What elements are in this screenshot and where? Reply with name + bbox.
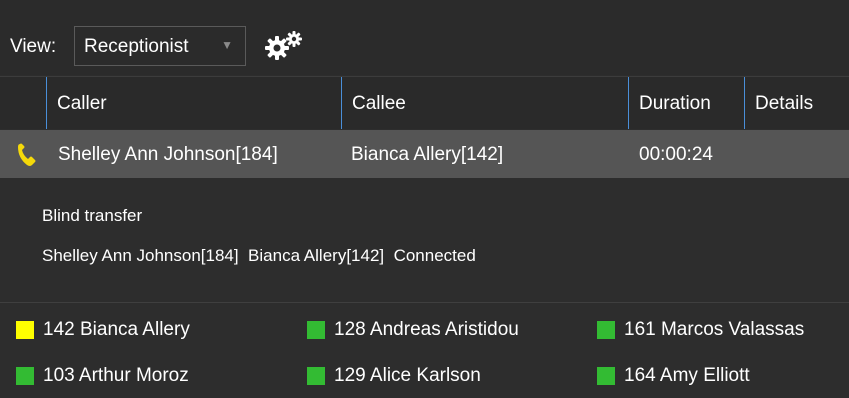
table-row[interactable]: Shelley Ann Johnson[184] Bianca Allery[1… bbox=[0, 130, 849, 178]
status-indicator bbox=[597, 367, 615, 385]
call-callee: Bianca Allery[142] bbox=[351, 144, 504, 165]
call-duration: 00:00:24 bbox=[639, 144, 713, 165]
extension-label: 128 Andreas Aristidou bbox=[334, 319, 519, 340]
calls-table-header: Caller Callee Duration Details bbox=[0, 76, 849, 129]
phone-icon bbox=[18, 143, 36, 166]
extension-label: 142 Bianca Allery bbox=[43, 319, 190, 340]
chevron-down-icon: ▼ bbox=[221, 38, 233, 52]
call-details-panel: Blind transfer Shelley Ann Johnson[184] … bbox=[0, 178, 849, 300]
view-dropdown[interactable]: Receptionist ▼ bbox=[74, 26, 246, 66]
toolbar: View: Receptionist ▼ bbox=[0, 0, 849, 75]
status-indicator bbox=[307, 321, 325, 339]
column-header-duration[interactable]: Duration bbox=[628, 77, 744, 129]
status-indicator bbox=[597, 321, 615, 339]
call-type: Blind transfer bbox=[42, 206, 143, 225]
column-header-callee[interactable]: Callee bbox=[341, 77, 628, 129]
call-status-line: Shelley Ann Johnson[184] Bianca Allery[1… bbox=[42, 246, 476, 265]
status-indicator bbox=[16, 367, 34, 385]
call-caller: Shelley Ann Johnson[184] bbox=[58, 144, 278, 165]
extension-label: 164 Amy Elliott bbox=[624, 365, 750, 386]
status-indicator bbox=[307, 367, 325, 385]
column-header-caller[interactable]: Caller bbox=[46, 77, 341, 129]
extension-label: 161 Marcos Valassas bbox=[624, 319, 805, 340]
column-header-details[interactable]: Details bbox=[744, 77, 849, 129]
extension-label: 103 Arthur Moroz bbox=[43, 365, 189, 386]
gear-icon[interactable] bbox=[263, 30, 305, 62]
status-indicator bbox=[16, 321, 34, 339]
view-dropdown-value: Receptionist bbox=[84, 36, 189, 57]
divider bbox=[0, 302, 849, 303]
extension-label: 129 Alice Karlson bbox=[334, 365, 481, 386]
view-label: View: bbox=[10, 36, 57, 57]
